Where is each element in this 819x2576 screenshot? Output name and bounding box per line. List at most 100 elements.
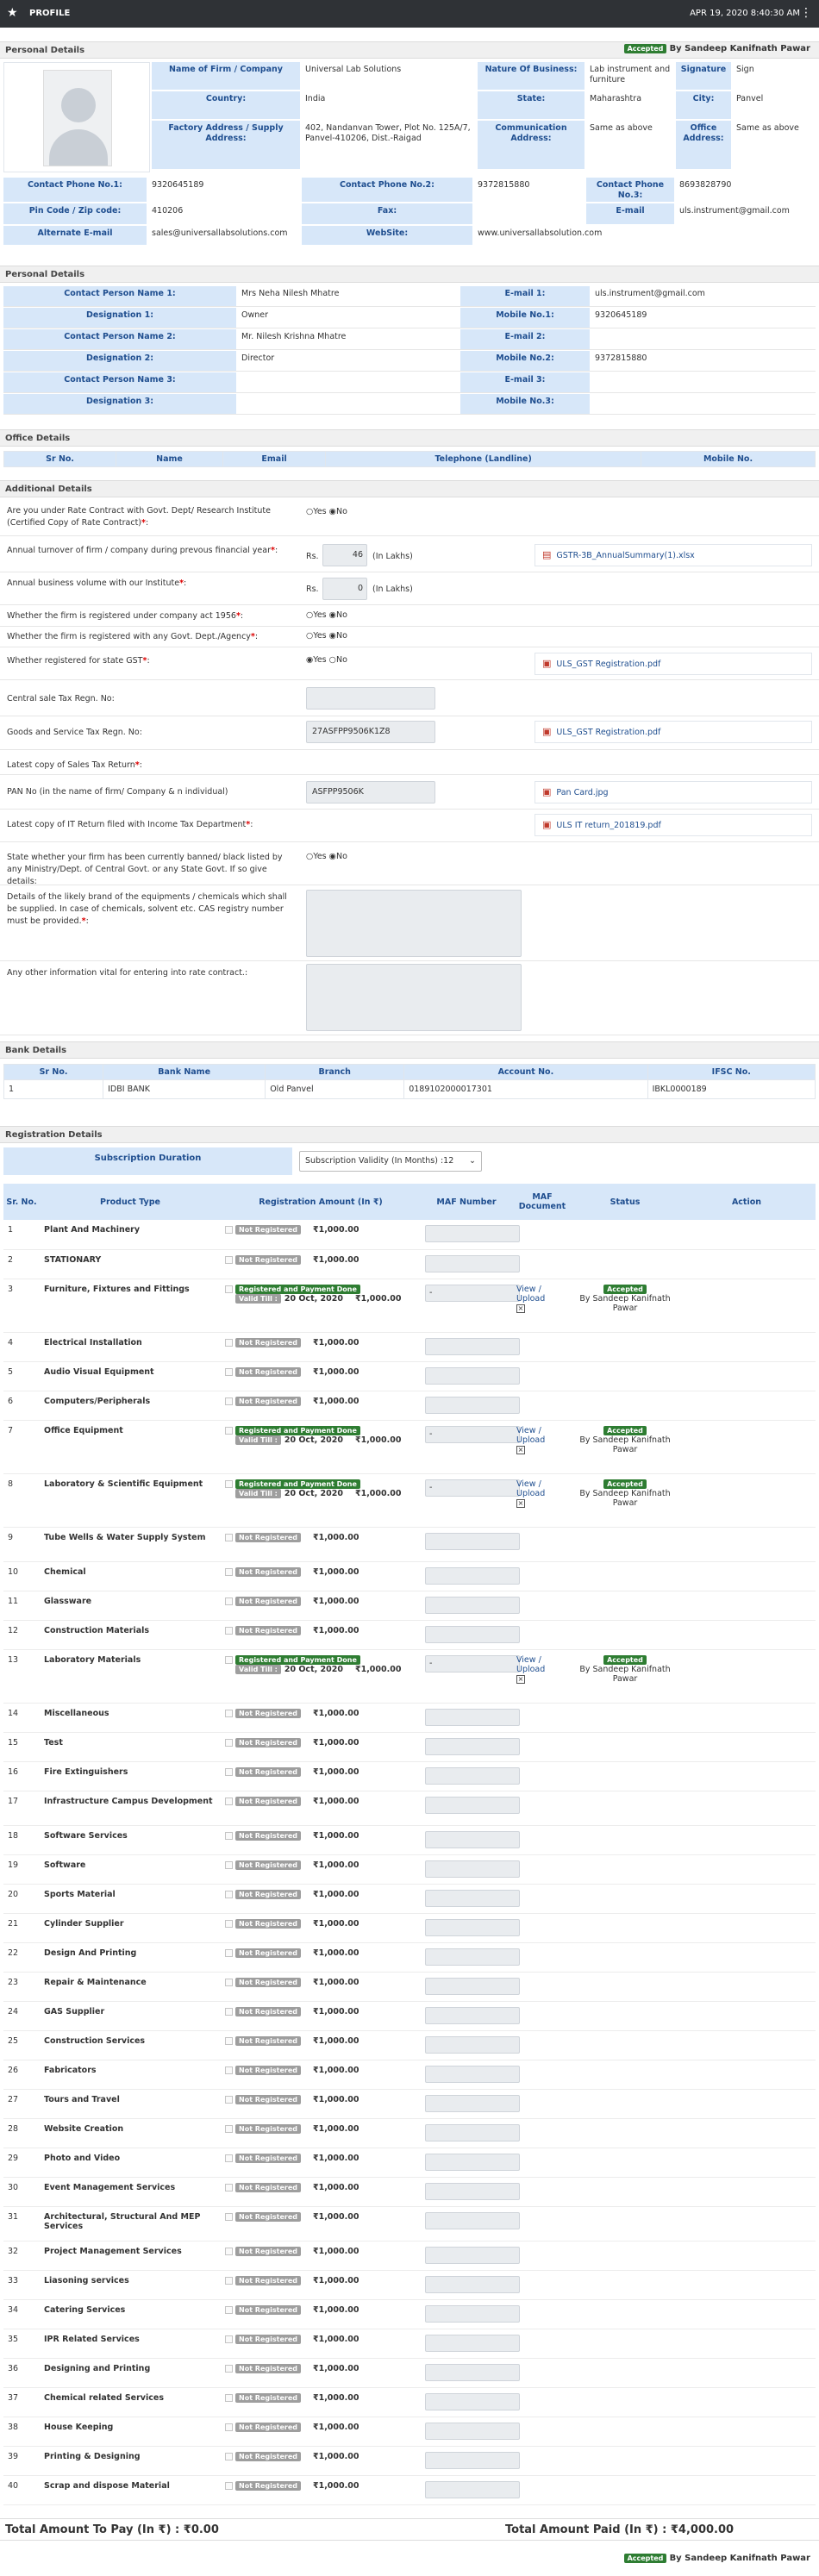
maf-number-input[interactable] — [425, 2334, 520, 2352]
maf-number-input[interactable] — [425, 2182, 520, 2200]
row-checkbox[interactable] — [225, 2276, 233, 2285]
maf-number-input[interactable]: - — [425, 1425, 520, 1443]
row-checkbox[interactable] — [225, 1831, 233, 1840]
row-checkbox[interactable] — [225, 1890, 233, 1898]
row-checkbox[interactable] — [225, 2183, 233, 2191]
maf-number-input[interactable] — [425, 1948, 520, 1966]
maf-number-input[interactable]: - — [425, 1479, 520, 1497]
row-checkbox[interactable] — [225, 1479, 233, 1488]
maf-number-input[interactable] — [425, 1860, 520, 1878]
row-checkbox[interactable] — [225, 1860, 233, 1869]
maf-number-input[interactable] — [425, 2123, 520, 2141]
row-checkbox[interactable] — [225, 1226, 233, 1234]
volume-input[interactable]: 0 — [322, 578, 367, 600]
maf-number-input[interactable] — [425, 2153, 520, 2171]
govt-agency-radio[interactable]: ○Yes ◉No — [306, 631, 347, 641]
row-checkbox[interactable] — [225, 1567, 233, 1576]
maf-number-input[interactable] — [425, 2422, 520, 2440]
maf-number-input[interactable] — [425, 1830, 520, 1848]
maf-number-input[interactable] — [425, 2211, 520, 2229]
maf-number-input[interactable] — [425, 1532, 520, 1550]
row-checkbox[interactable] — [225, 2154, 233, 2162]
view-upload-link[interactable]: View / Upload — [516, 1479, 545, 1498]
row-checkbox[interactable] — [225, 2452, 233, 2460]
gst-file-1[interactable]: ▣ ULS_GST Registration.pdf — [535, 653, 812, 675]
row-checkbox[interactable] — [225, 1285, 233, 1293]
row-checkbox[interactable] — [225, 2066, 233, 2074]
maf-number-input[interactable] — [425, 1225, 520, 1242]
maf-number-input[interactable] — [425, 1337, 520, 1355]
row-checkbox[interactable] — [225, 1533, 233, 1541]
row-checkbox[interactable] — [225, 1426, 233, 1435]
row-checkbox[interactable] — [225, 1397, 233, 1405]
maf-number-input[interactable] — [425, 2451, 520, 2469]
row-checkbox[interactable] — [225, 1767, 233, 1776]
radio-no[interactable]: ◉ — [329, 631, 336, 641]
turnover-file[interactable]: ▤ GSTR-3B_AnnualSummary(1).xlsx — [535, 544, 812, 566]
maf-number-input[interactable] — [425, 1977, 520, 1995]
radio-no[interactable]: ◉ — [329, 852, 336, 861]
maf-number-input[interactable] — [425, 1918, 520, 1936]
row-checkbox[interactable] — [225, 1978, 233, 1986]
row-checkbox[interactable] — [225, 2335, 233, 2343]
maf-number-input[interactable] — [425, 2363, 520, 2381]
delete-icon[interactable]: × — [516, 1498, 525, 1508]
row-checkbox[interactable] — [225, 1626, 233, 1635]
row-checkbox[interactable] — [225, 2007, 233, 2016]
row-checkbox[interactable] — [225, 1655, 233, 1664]
subscription-select[interactable]: Subscription Validity (In Months) :12 ⌄ — [299, 1151, 482, 1172]
row-checkbox[interactable] — [225, 2393, 233, 2402]
row-checkbox[interactable] — [225, 1367, 233, 1376]
it-file[interactable]: ▣ ULS IT return_201819.pdf — [535, 814, 812, 836]
maf-number-input[interactable] — [425, 2480, 520, 2498]
row-checkbox[interactable] — [225, 2124, 233, 2133]
view-upload-link[interactable]: View / Upload — [516, 1285, 545, 1304]
banned-radio[interactable]: ○Yes ◉No — [306, 852, 347, 861]
view-upload-link[interactable]: View / Upload — [516, 1426, 545, 1445]
company-act-radio[interactable]: ○Yes ◉No — [306, 610, 347, 620]
maf-number-input[interactable] — [425, 2304, 520, 2323]
maf-number-input[interactable] — [425, 1737, 520, 1755]
turnover-input[interactable]: 46 — [322, 544, 367, 566]
maf-number-input[interactable] — [425, 2006, 520, 2024]
row-checkbox[interactable] — [225, 1797, 233, 1805]
row-checkbox[interactable] — [225, 1255, 233, 1264]
row-checkbox[interactable] — [225, 1338, 233, 1347]
maf-number-input[interactable] — [425, 2065, 520, 2083]
state-gst-radio[interactable]: ◉Yes ○No — [306, 655, 347, 665]
maf-number-input[interactable] — [425, 1766, 520, 1785]
row-checkbox[interactable] — [225, 2305, 233, 2314]
maf-number-input[interactable]: - — [425, 1654, 520, 1673]
other-info-textarea[interactable] — [306, 964, 522, 1031]
maf-number-input[interactable] — [425, 1796, 520, 1814]
kebab-menu-icon[interactable]: ⋮ — [800, 6, 812, 20]
delete-icon[interactable]: × — [516, 1445, 525, 1454]
maf-number-input[interactable] — [425, 1625, 520, 1643]
view-upload-link[interactable]: View / Upload — [516, 1655, 545, 1674]
row-checkbox[interactable] — [225, 2212, 233, 2221]
delete-icon[interactable]: × — [516, 1304, 525, 1313]
maf-number-input[interactable] — [425, 2246, 520, 2264]
radio-no[interactable]: ○ — [329, 655, 336, 665]
row-checkbox[interactable] — [225, 1738, 233, 1747]
maf-number-input[interactable] — [425, 1366, 520, 1385]
row-checkbox[interactable] — [225, 1709, 233, 1717]
maf-number-input[interactable] — [425, 2094, 520, 2112]
maf-number-input[interactable] — [425, 1708, 520, 1726]
delete-icon[interactable]: × — [516, 1674, 525, 1684]
pan-file[interactable]: ▣ Pan Card.jpg — [535, 781, 812, 803]
maf-number-input[interactable] — [425, 1566, 520, 1585]
brand-textarea[interactable] — [306, 890, 522, 957]
row-checkbox[interactable] — [225, 1919, 233, 1928]
row-checkbox[interactable] — [225, 2364, 233, 2373]
row-checkbox[interactable] — [225, 2481, 233, 2490]
rate-contract-radio[interactable]: ○Yes ◉No — [306, 507, 347, 516]
pan-input[interactable]: ASFPP9506K — [306, 781, 435, 803]
row-checkbox[interactable] — [225, 2247, 233, 2255]
row-checkbox[interactable] — [225, 2036, 233, 2045]
row-checkbox[interactable] — [225, 1597, 233, 1605]
maf-number-input[interactable] — [425, 2392, 520, 2410]
maf-number-input[interactable] — [425, 1254, 520, 1272]
row-checkbox[interactable] — [225, 2095, 233, 2104]
radio-no[interactable]: ◉ — [329, 507, 336, 516]
